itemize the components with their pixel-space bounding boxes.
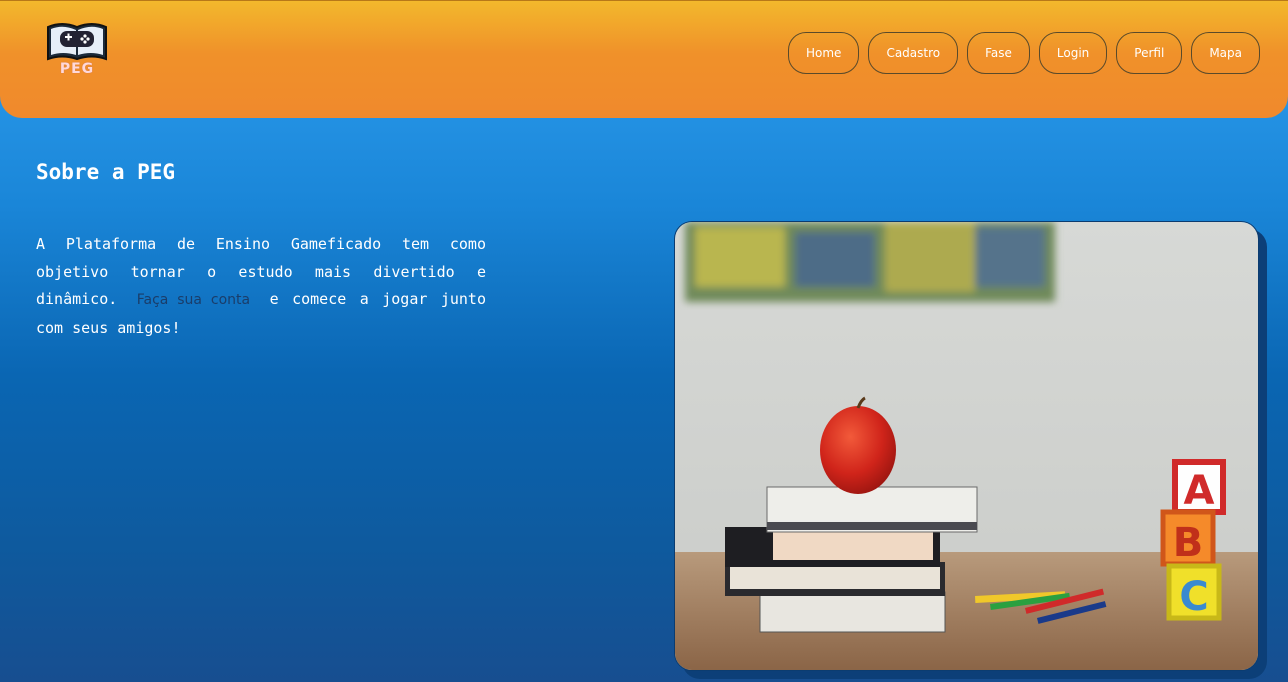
apple-books-illustration: A B C [675,222,1258,670]
nav-fase-button[interactable]: Fase [967,32,1030,74]
create-account-link[interactable]: Faça sua conta [137,292,250,308]
about-description: A Plataforma de Ensino Gameficado tem co… [36,231,486,342]
main-nav: Home Cadastro Fase Login Perfil Mapa [788,32,1260,74]
nav-cadastro-button[interactable]: Cadastro [868,32,959,74]
nav-home-button[interactable]: Home [788,32,860,74]
painting [685,222,1055,302]
svg-text:C: C [1179,574,1208,620]
nav-perfil-button[interactable]: Perfil [1116,32,1183,74]
svg-text:A: A [1184,468,1215,514]
hero-image: A B C [674,221,1259,671]
nav-login-button[interactable]: Login [1038,32,1108,74]
logo-text: PEG [59,61,95,77]
top-header: PEG Home Cadastro Fase Login Perfil Mapa [0,0,1288,118]
nav-mapa-button[interactable]: Mapa [1191,32,1260,74]
gamepad-book-icon [47,23,107,61]
svg-text:B: B [1173,520,1204,566]
peg-logo[interactable]: PEG [46,21,108,79]
section-title: Sobre a PEG [36,160,176,184]
hero-image-card: A B C [674,221,1267,679]
